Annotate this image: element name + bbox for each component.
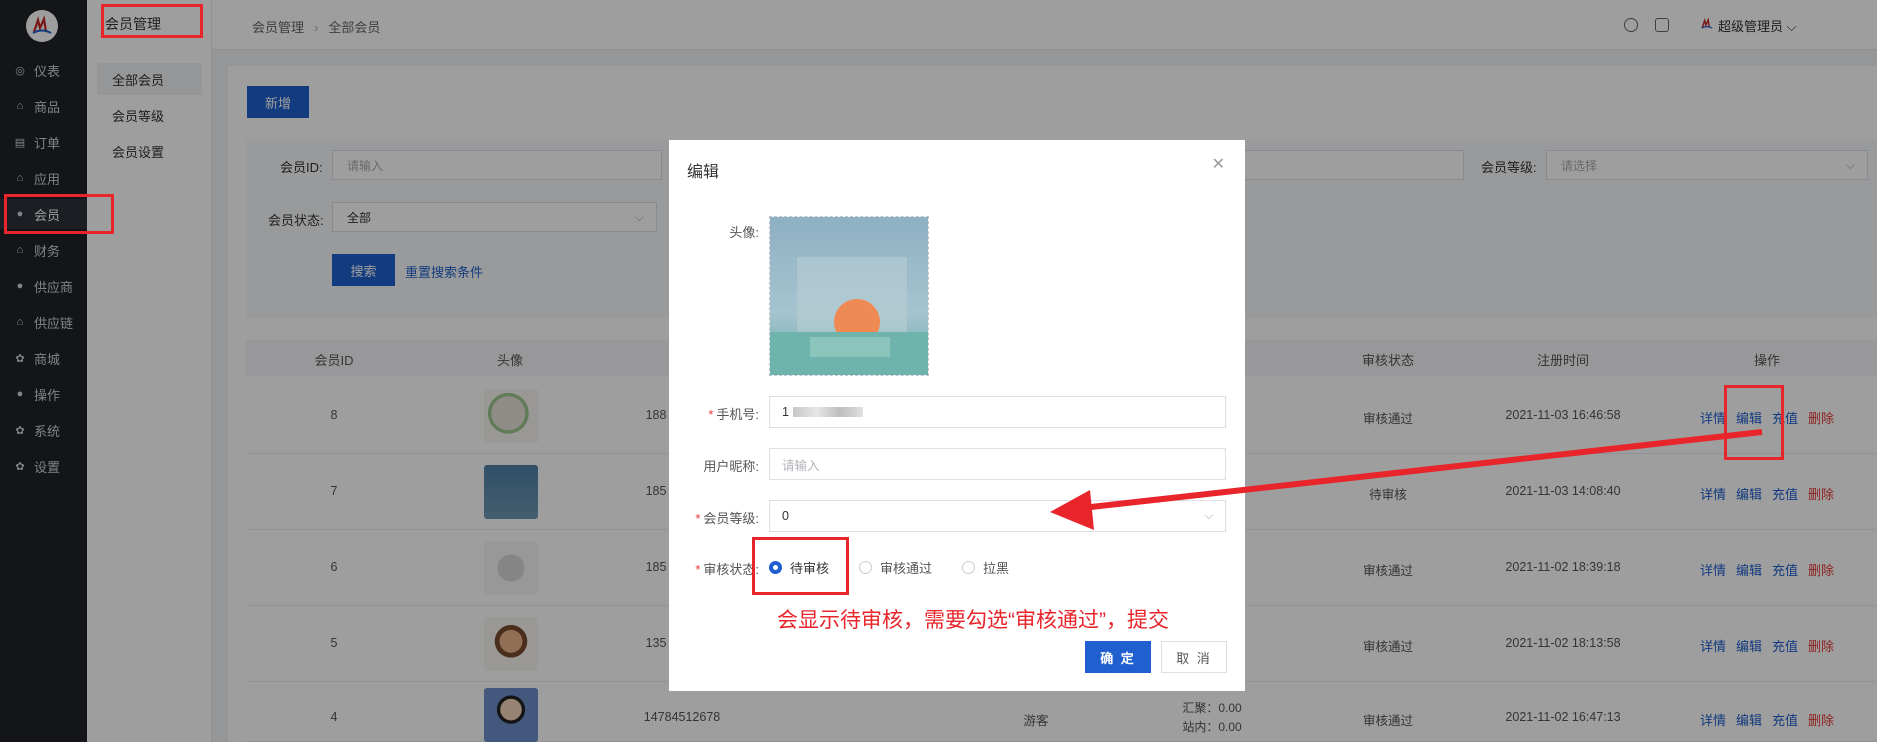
- required-mark: *: [695, 562, 701, 577]
- nickname-label: 用户昵称:: [703, 459, 759, 474]
- phone-input[interactable]: 1: [769, 396, 1226, 428]
- avatar-label: 头像:: [729, 225, 759, 240]
- radio-dot[interactable]: [859, 561, 873, 574]
- annotation-box-members-nav: [4, 194, 114, 234]
- label-text: 手机号:: [716, 407, 759, 422]
- annotation-box-pending-radio: [752, 537, 849, 595]
- confirm-button[interactable]: 确 定: [1085, 641, 1151, 673]
- select-value: 0: [782, 509, 789, 523]
- annotation-text: 会显示待审核，需要勾选“审核通过”，提交: [777, 609, 1169, 632]
- chevron-down-icon: ⌵: [1204, 510, 1213, 522]
- required-mark: *: [708, 407, 714, 422]
- redacted-text: [792, 407, 863, 417]
- member-level-select[interactable]: 0 ⌵: [769, 500, 1226, 532]
- close-icon[interactable]: ✕: [1212, 154, 1225, 174]
- radio-label[interactable]: 拉黑: [983, 558, 1009, 577]
- member-level-label: * 会员等级:: [669, 508, 759, 527]
- phone-label: * 手机号:: [669, 404, 759, 423]
- label-text: 会员等级:: [703, 511, 759, 526]
- modal-title: 编辑: [687, 164, 720, 181]
- cancel-button[interactable]: 取 消: [1161, 641, 1227, 673]
- input-value: 1: [782, 405, 789, 419]
- radio-approved[interactable]: 审核通过: [859, 558, 932, 577]
- avatar-upload[interactable]: [769, 216, 929, 376]
- label-text: 审核状态:: [703, 562, 759, 577]
- radio-dot[interactable]: [962, 561, 976, 574]
- annotation-box-submenu-title: [101, 4, 203, 38]
- audit-status-label: * 审核状态:: [669, 559, 759, 578]
- radio-label[interactable]: 审核通过: [880, 558, 932, 577]
- radio-blacklist[interactable]: 拉黑: [962, 558, 1009, 577]
- nickname-input[interactable]: 请输入: [769, 448, 1226, 480]
- annotation-box-edit-link: [1724, 385, 1784, 460]
- required-mark: *: [695, 511, 701, 526]
- avatar-image: [770, 217, 928, 375]
